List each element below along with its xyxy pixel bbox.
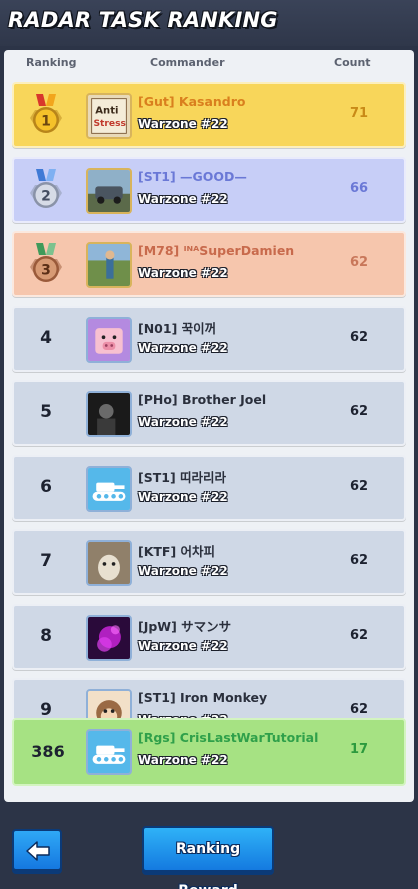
dark-portrait-icon <box>88 393 130 435</box>
car-photo-icon <box>88 169 130 212</box>
anti-stress-icon: Anti Stress <box>88 95 130 137</box>
column-header-ranking: Ranking <box>26 56 77 69</box>
commander-avatar[interactable] <box>86 465 132 512</box>
ranking-row[interactable]: 9 [ST1] Iron Monkey Warzone #22 62 <box>12 678 406 718</box>
rank-number: 9 <box>40 700 52 718</box>
rank-medal-icon: 1 <box>30 94 62 133</box>
self-warzone: Warzone #22 <box>138 753 228 767</box>
commander-avatar[interactable] <box>86 167 132 214</box>
warzone-label: Warzone #22 <box>138 489 228 504</box>
ranking-row[interactable]: 3 [M78] ᴵᴺᴬSuperDamien Warzone #22 62 <box>12 231 406 297</box>
self-ranking-row[interactable]: 386 [Rgs] CrisLastWarTutorial Warzone #2… <box>12 718 406 786</box>
pig-icon <box>88 318 130 361</box>
ranking-row[interactable]: 2 [ST1] —GOOD— Warzone #22 66 <box>12 156 406 223</box>
self-rank-number: 386 <box>31 742 65 761</box>
ranking-row[interactable]: 6 [ST1] 띠라리라 Warzone #22 62 <box>12 454 406 521</box>
tank-icon <box>88 467 130 510</box>
commander-avatar[interactable] <box>86 316 132 363</box>
column-header-count: Count <box>334 56 371 69</box>
commander-avatar[interactable] <box>86 391 132 437</box>
commander-name: [JpW] サマンサ <box>138 618 232 634</box>
ranking-row[interactable]: 7 [KTF] 어차피 Warzone #22 62 <box>12 529 406 595</box>
warzone-label: Warzone #22 <box>138 266 228 280</box>
task-count: 71 <box>349 106 369 121</box>
svg-text:3: 3 <box>41 263 51 279</box>
warzone-label: Warzone #22 <box>138 117 228 131</box>
commander-name: [ST1] —GOOD— <box>138 168 247 184</box>
commander-avatar[interactable] <box>86 614 132 661</box>
commander-avatar[interactable] <box>86 242 132 288</box>
self-count: 17 <box>349 742 369 757</box>
commander-name: [M78] ᴵᴺᴬSuperDamien <box>138 243 295 258</box>
commander-avatar[interactable] <box>86 689 132 718</box>
ranking-row[interactable]: 4 [N01] 꾹이꺼 Warzone #22 62 <box>12 305 406 372</box>
monkey-icon <box>88 691 130 718</box>
task-count: 62 <box>349 404 369 419</box>
svg-text:Anti: Anti <box>95 105 118 116</box>
commander-avatar[interactable]: Anti Stress <box>86 93 132 139</box>
garden-photo-icon <box>88 244 130 286</box>
ranking-row[interactable]: 1 Anti Stress [Gut] Kasandro Warzone #22 … <box>12 82 406 148</box>
rank-number: 5 <box>40 402 52 422</box>
task-count: 62 <box>349 478 369 494</box>
self-avatar[interactable] <box>86 729 132 775</box>
tank-icon <box>88 731 130 773</box>
task-count: 62 <box>349 255 369 270</box>
svg-text:Stress: Stress <box>93 119 125 129</box>
rank-number: 4 <box>40 327 52 348</box>
ranking-reward-button[interactable]: Ranking Reward <box>142 826 274 889</box>
commander-name: [KTF] 어차피 <box>138 544 216 559</box>
cat-photo-icon <box>88 542 130 584</box>
purple-art-icon <box>88 616 130 659</box>
self-commander-name: [Rgs] CrisLastWarTutorial <box>138 730 319 745</box>
warzone-label: Warzone #22 <box>138 638 228 653</box>
commander-name: [ST1] 띠라리라 <box>138 469 227 485</box>
back-arrow-icon <box>26 841 50 861</box>
rank-number: 6 <box>40 476 52 497</box>
rank-medal-icon: 3 <box>30 243 62 282</box>
commander-name: [ST1] Iron Monkey <box>138 690 268 705</box>
svg-text:2: 2 <box>41 188 51 204</box>
task-count: 62 <box>349 553 369 568</box>
rank-medal-icon: 2 <box>30 168 62 208</box>
back-button[interactable] <box>12 829 62 871</box>
task-count: 62 <box>349 702 369 717</box>
ranking-list[interactable]: 1 Anti Stress [Gut] Kasandro Warzone #22 … <box>4 78 414 718</box>
warzone-label: Warzone #22 <box>138 415 228 429</box>
ranking-row[interactable]: 8 [JpW] サマンサ Warzone #22 62 <box>12 603 406 670</box>
task-count: 62 <box>349 329 369 345</box>
commander-name: [Gut] Kasandro <box>138 94 246 109</box>
task-count: 62 <box>349 627 369 643</box>
warzone-label: Warzone #22 <box>138 340 228 355</box>
warzone-label: Warzone #22 <box>138 564 228 578</box>
svg-text:1: 1 <box>41 114 51 130</box>
commander-name: [N01] 꾹이꺼 <box>138 320 217 336</box>
column-header-commander: Commander <box>150 56 225 69</box>
ranking-panel: Ranking Commander Count 1 Anti Stress [Gu… <box>4 50 414 802</box>
ranking-row[interactable]: 5 [PHo] Brother Joel Warzone #22 62 <box>12 380 406 446</box>
commander-avatar[interactable] <box>86 540 132 586</box>
page-title: RADAR TASK RANKING <box>8 8 278 32</box>
warzone-label: Warzone #22 <box>138 191 228 206</box>
rank-number: 8 <box>40 625 52 646</box>
rank-number: 7 <box>40 551 52 571</box>
title-bar: RADAR TASK RANKING <box>0 0 418 46</box>
commander-name: [PHo] Brother Joel <box>138 392 267 407</box>
task-count: 66 <box>349 180 369 196</box>
